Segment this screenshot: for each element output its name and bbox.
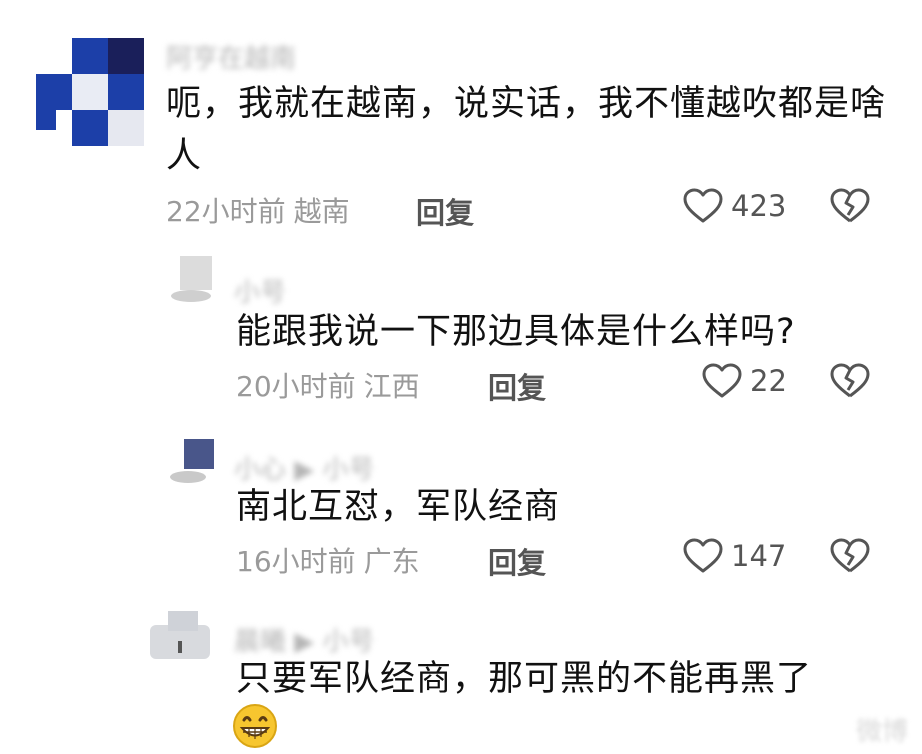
heart-icon [702,363,742,399]
comment-3: 小心 ▶ 小号 南北互怼，军队经商 16小时前 广东 回复 147 [0,415,922,593]
like-button[interactable]: 423 [683,188,786,224]
comment-meta: 20小时前 江西 [236,365,420,405]
username[interactable]: 小号 [234,272,286,309]
reply-button[interactable]: 回复 [416,190,474,232]
heart-icon [683,188,723,224]
comment-2: 小号 能跟我说一下那边具体是什么样吗? 20小时前 江西 回复 22 [0,240,922,415]
username[interactable]: 阿亨在越南 [166,38,296,75]
broken-heart-icon [830,538,870,573]
comment-1: 阿亨在越南 呃，我就在越南，说实话，我不懂越吹都是啥人 22小时前 越南 回复 4… [0,0,922,240]
location: 广东 [363,545,420,578]
dislike-button[interactable] [830,363,870,399]
avatar[interactable] [36,38,144,146]
comment-4: 晨曦 ▶ 小号 只要军队经商，那可黑的不能再黑了 微博 [0,593,922,754]
avatar[interactable] [166,433,216,485]
timestamp: 16小时前 [236,545,356,578]
like-button[interactable]: 147 [683,538,786,574]
avatar[interactable] [166,252,216,304]
like-count: 22 [750,364,787,398]
comment-meta: 22小时前 越南 [166,190,350,230]
location: 越南 [293,195,350,228]
timestamp: 20小时前 [236,370,356,403]
broken-heart-icon [830,363,870,398]
reply-button[interactable]: 回复 [488,365,546,407]
location: 江西 [363,370,420,403]
comment-text: 只要军队经商，那可黑的不能再黑了 [236,659,813,699]
like-button[interactable]: 22 [702,363,787,399]
comment-meta: 16小时前 广东 [236,540,420,580]
like-count: 423 [731,189,787,223]
comment-text: 能跟我说一下那边具体是什么样吗? [236,312,796,352]
watermark: 微博 [855,717,908,747]
dislike-button[interactable] [830,538,870,574]
dislike-button[interactable] [830,188,870,224]
comment-text: 呃，我就在越南，说实话，我不懂越吹都是啥人 [166,84,887,176]
like-count: 147 [731,539,787,573]
broken-heart-icon [830,188,870,223]
grinning-face-emoji [232,703,278,753]
timestamp: 22小时前 [166,195,286,228]
reply-button[interactable]: 回复 [488,540,546,582]
heart-icon [683,538,723,574]
comment-text: 南北互怼，军队经商 [236,487,561,527]
avatar[interactable] [150,611,212,661]
